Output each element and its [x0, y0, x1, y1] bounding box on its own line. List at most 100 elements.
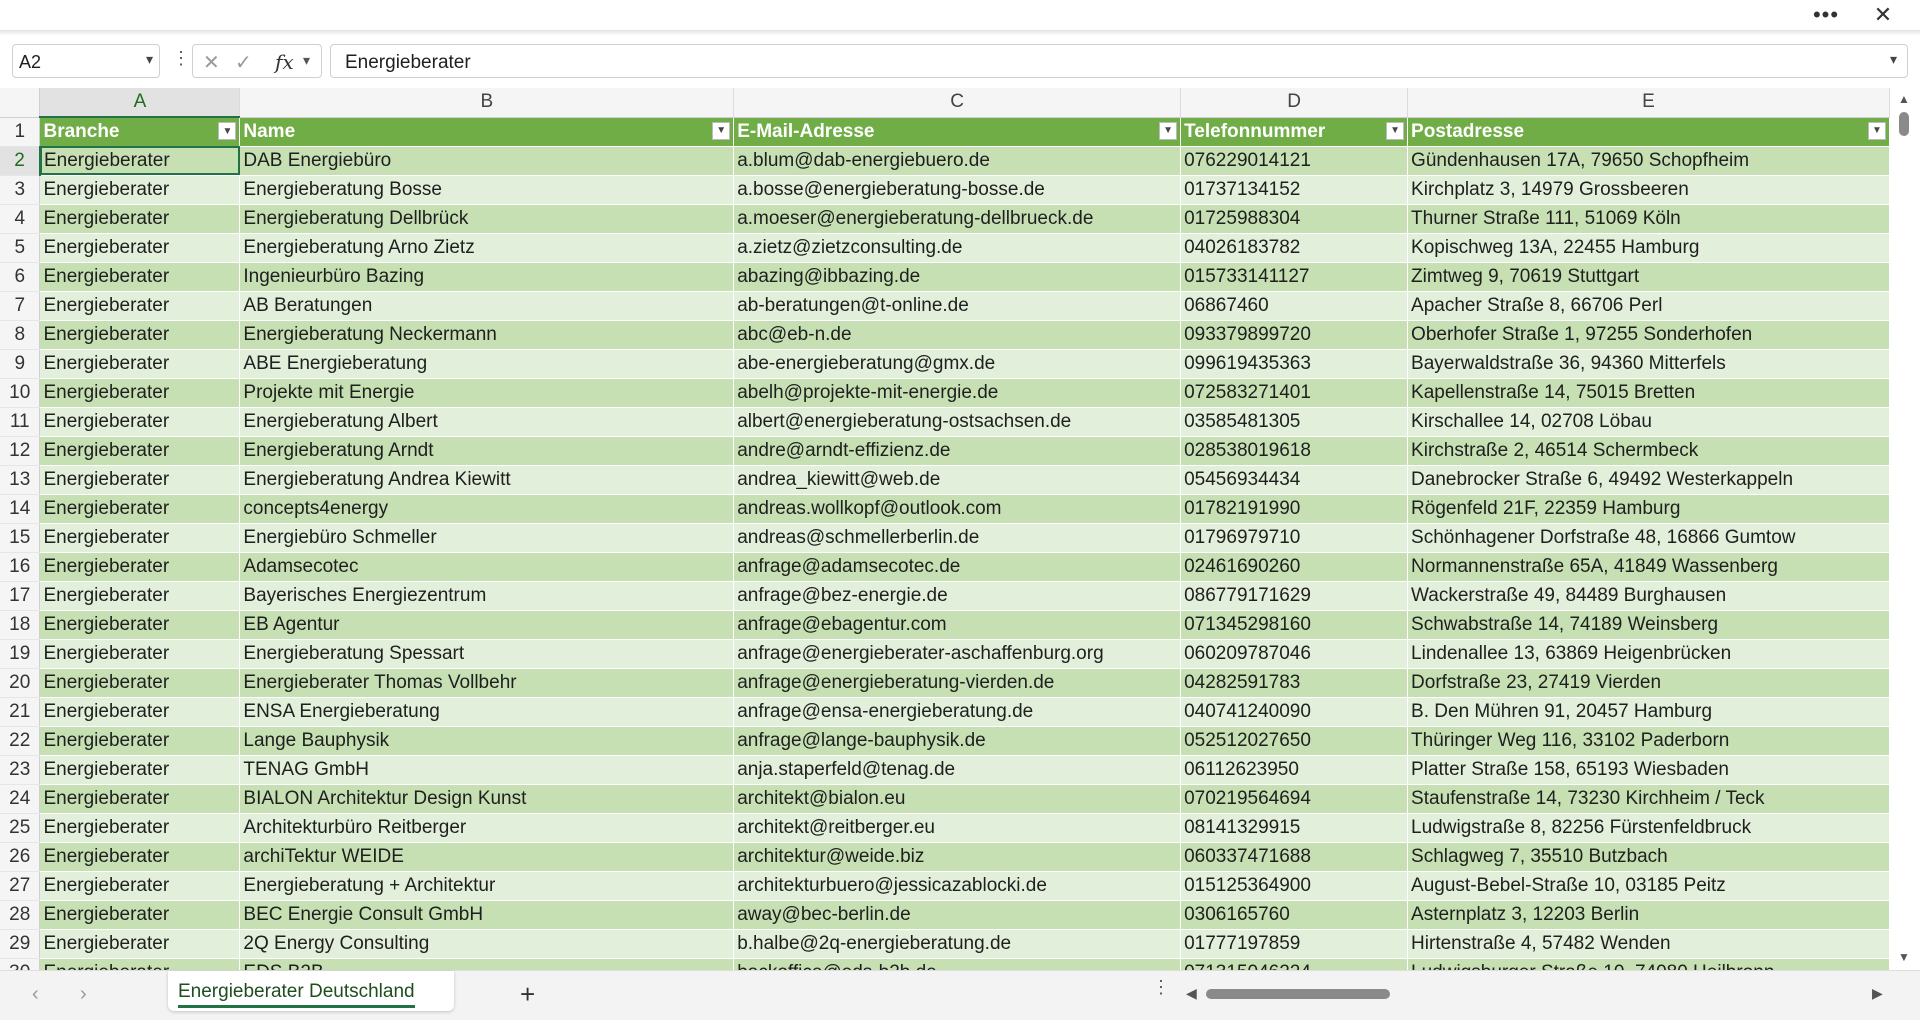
cell-e[interactable]: Rögenfeld 21F, 22359 Hamburg — [1407, 494, 1890, 524]
cell-b[interactable]: Energieberatung Arno Zietz — [239, 233, 735, 263]
cell-c[interactable]: architekt@bialon.eu — [733, 784, 1182, 814]
formula-input[interactable]: Energieberater ▾ — [330, 44, 1908, 78]
cell-e[interactable]: Bayerwaldstraße 36, 94360 Mitterfels — [1407, 349, 1890, 379]
cell-a[interactable]: Energieberater — [39, 958, 241, 970]
cell-d[interactable]: 05456934434 — [1180, 465, 1409, 495]
plus-icon[interactable]: + — [520, 979, 535, 1010]
vertical-ellipsis-icon[interactable]: ⋮ — [1152, 978, 1170, 996]
scroll-up-icon[interactable]: ▲ — [1898, 92, 1910, 106]
x-icon[interactable]: ✕ — [203, 50, 220, 75]
cell-e[interactable]: Ludwigsburger Straße 10, 74080 Heilbronn — [1407, 958, 1890, 970]
row-header[interactable]: 12 — [0, 436, 41, 466]
cell-b[interactable]: Energieberatung Neckermann — [239, 320, 735, 350]
chevron-down-icon[interactable]: ▾ — [1890, 51, 1897, 68]
cell-c[interactable]: b.halbe@2q-energieberatung.de — [733, 929, 1182, 959]
cell-c[interactable]: albert@energieberatung-ostsachsen.de — [733, 407, 1182, 437]
cell-d[interactable]: 093379899720 — [1180, 320, 1409, 350]
row-header[interactable]: 29 — [0, 929, 41, 959]
cell-c[interactable]: anfrage@ebagentur.com — [733, 610, 1182, 640]
cell-a[interactable]: Energieberater — [39, 842, 241, 872]
chevron-down-icon[interactable]: ▾ — [303, 52, 310, 69]
cell-c[interactable]: anja.staperfeld@tenag.de — [733, 755, 1182, 785]
cell-b[interactable]: Energieberatung Andrea Kiewitt — [239, 465, 735, 495]
row-header[interactable]: 17 — [0, 581, 41, 611]
cell-b[interactable]: Energieberatung Bosse — [239, 175, 735, 205]
cell-e[interactable]: Schlagweg 7, 35510 Butzbach — [1407, 842, 1890, 872]
header-cell[interactable]: Branche ▼ — [39, 117, 241, 147]
cell-d[interactable]: 052512027650 — [1180, 726, 1409, 756]
cell-e[interactable]: Kirchplatz 3, 14979 Grossbeeren — [1407, 175, 1890, 205]
cell-e[interactable]: Ludwigstraße 8, 82256 Fürstenfeldbruck — [1407, 813, 1890, 843]
cell-a[interactable]: Energieberater — [39, 233, 241, 263]
cell-d[interactable]: 015125364900 — [1180, 871, 1409, 901]
row-header[interactable]: 13 — [0, 465, 41, 495]
cell-a[interactable]: Energieberater — [39, 523, 241, 553]
row-header[interactable]: 1 — [0, 117, 41, 147]
row-header[interactable]: 19 — [0, 639, 41, 669]
filter-dropdown-icon[interactable]: ▼ — [712, 121, 731, 140]
vertical-scrollbar[interactable]: ▲ ▼ — [1892, 88, 1920, 970]
cell-c[interactable]: anfrage@lange-bauphysik.de — [733, 726, 1182, 756]
cell-b[interactable]: 2Q Energy Consulting — [239, 929, 735, 959]
cell-e[interactable]: Lindenallee 13, 63869 Heigenbrücken — [1407, 639, 1890, 669]
cell-b[interactable]: archiTektur WEIDE — [239, 842, 735, 872]
cell-b[interactable]: Architekturbüro Reitberger — [239, 813, 735, 843]
cell-a[interactable]: Energieberater — [39, 320, 241, 350]
cell-c[interactable]: anfrage@energieberater-aschaffenburg.org — [733, 639, 1182, 669]
horizontal-scroll-thumb[interactable] — [1206, 989, 1390, 999]
vertical-scroll-thumb[interactable] — [1899, 112, 1909, 136]
cell-c[interactable]: abazing@ibbazing.de — [733, 262, 1182, 292]
header-cell[interactable]: Postadresse ▼ — [1407, 117, 1890, 147]
row-header[interactable]: 3 — [0, 175, 41, 205]
cell-a[interactable]: Energieberater — [39, 436, 241, 466]
cell-e[interactable]: Thurner Straße 111, 51069 Köln — [1407, 204, 1890, 234]
row-header[interactable]: 18 — [0, 610, 41, 640]
row-header[interactable]: 23 — [0, 755, 41, 785]
cell-e[interactable]: Thüringer Weg 116, 33102 Paderborn — [1407, 726, 1890, 756]
select-all-corner[interactable] — [0, 88, 41, 118]
cell-b[interactable]: ABE Energieberatung — [239, 349, 735, 379]
row-header[interactable]: 10 — [0, 378, 41, 408]
row-header[interactable]: 22 — [0, 726, 41, 756]
scroll-down-icon[interactable]: ▼ — [1898, 950, 1910, 964]
row-header[interactable]: 26 — [0, 842, 41, 872]
row-header[interactable]: 21 — [0, 697, 41, 727]
cell-b[interactable]: EB Agentur — [239, 610, 735, 640]
row-header[interactable]: 6 — [0, 262, 41, 292]
cell-c[interactable]: andreas@schmellerberlin.de — [733, 523, 1182, 553]
row-header[interactable]: 27 — [0, 871, 41, 901]
cell-b[interactable]: Energieberatung Arndt — [239, 436, 735, 466]
check-icon[interactable]: ✓ — [235, 50, 252, 75]
cell-e[interactable]: August-Bebel-Straße 10, 03185 Peitz — [1407, 871, 1890, 901]
row-header[interactable]: 7 — [0, 291, 41, 321]
vertical-ellipsis-icon[interactable]: ⋮ — [172, 49, 190, 67]
scroll-right-icon[interactable]: ▶ — [1872, 985, 1883, 1002]
cell-a[interactable]: Energieberater — [39, 668, 241, 698]
cell-c[interactable]: abc@eb-n.de — [733, 320, 1182, 350]
name-box[interactable]: A2 ▾ — [12, 44, 160, 78]
cell-a[interactable]: Energieberater — [39, 378, 241, 408]
cell-c[interactable]: anfrage@bez-energie.de — [733, 581, 1182, 611]
row-header[interactable]: 14 — [0, 494, 41, 524]
cell-e[interactable]: Schönhagener Dorfstraße 48, 16866 Gumtow — [1407, 523, 1890, 553]
cell-b[interactable]: Ingenieurbüro Bazing — [239, 262, 735, 292]
row-header[interactable]: 28 — [0, 900, 41, 930]
cell-e[interactable]: Zimtweg 9, 70619 Stuttgart — [1407, 262, 1890, 292]
fx-icon[interactable]: fx — [275, 50, 294, 74]
cell-d[interactable]: 071315046224 — [1180, 958, 1409, 970]
cell-c[interactable]: away@bec-berlin.de — [733, 900, 1182, 930]
cell-e[interactable]: Kopischweg 13A, 22455 Hamburg — [1407, 233, 1890, 263]
cell-e[interactable]: Dorfstraße 23, 27419 Vierden — [1407, 668, 1890, 698]
cell-c[interactable]: anfrage@adamsecotec.de — [733, 552, 1182, 582]
chevron-down-icon[interactable]: ▾ — [146, 51, 153, 68]
cell-c[interactable]: anfrage@ensa-energieberatung.de — [733, 697, 1182, 727]
cell-a[interactable]: Energieberater — [39, 552, 241, 582]
cell-d[interactable]: 01777197859 — [1180, 929, 1409, 959]
cell-a[interactable]: Energieberater — [39, 813, 241, 843]
chevron-left-icon[interactable]: ‹ — [32, 983, 39, 1006]
cell-a[interactable]: Energieberater — [39, 465, 241, 495]
column-header-c[interactable]: C — [733, 88, 1182, 118]
cell-b[interactable]: Energieberatung + Architektur — [239, 871, 735, 901]
cell-b[interactable]: Lange Bauphysik — [239, 726, 735, 756]
cell-d[interactable]: 08141329915 — [1180, 813, 1409, 843]
